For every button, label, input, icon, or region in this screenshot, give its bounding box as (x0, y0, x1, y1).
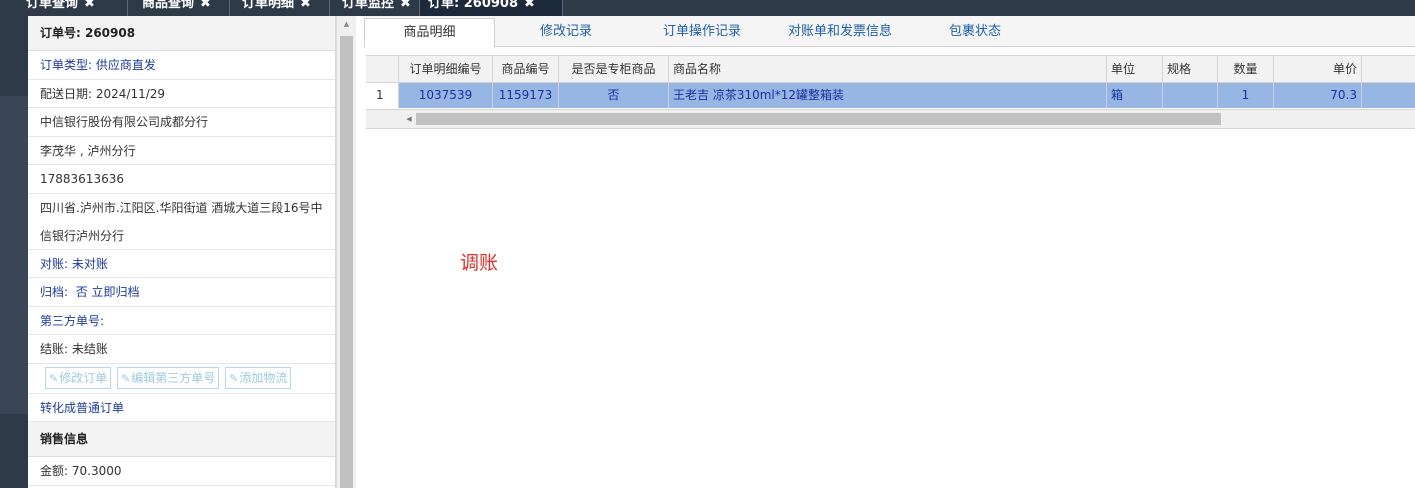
header-spec[interactable]: 规格 (1163, 56, 1218, 82)
grid-header: 订单明细编号 商品编号 是否是专柜商品 商品名称 单位 规格 数量 单价 (366, 55, 1415, 83)
cell-spec (1163, 83, 1218, 108)
header-unit-price[interactable]: 单价 (1274, 56, 1362, 82)
cell-quantity: 1 (1218, 83, 1274, 108)
cell-unit: 箱 (1107, 83, 1163, 108)
settlement-status: 结账: 未结账 (28, 335, 335, 364)
edit-icon: ✎ (49, 371, 59, 385)
cell-product-id: 1159173 (493, 83, 559, 108)
close-icon[interactable]: ✖ (524, 0, 535, 11)
left-panel-scrollbar[interactable]: ▲ (336, 16, 356, 488)
header-product-id[interactable]: 商品编号 (493, 56, 559, 82)
close-icon[interactable]: ✖ (200, 0, 211, 11)
cell-unit-price: 70.3 (1274, 83, 1362, 108)
nav-sidebar (0, 16, 28, 488)
delivery-date: 配送日期: 2024/11/29 (28, 80, 335, 108)
archive-value: 否 (75, 285, 88, 299)
row-number: 1 (366, 83, 399, 108)
cell-counter-product: 否 (559, 83, 669, 108)
contact-person: 李茂华 , 泸州分行 (28, 137, 335, 165)
order-info-panel: 订单号: 260908 订单类型: 供应商直发 配送日期: 2024/11/29… (28, 16, 336, 488)
header-unit[interactable]: 单位 (1107, 56, 1163, 82)
cell-detail-id: 1037539 (399, 83, 493, 108)
edit-icon: ✎ (121, 371, 131, 385)
header-rownum (366, 56, 399, 82)
edit-third-party-button[interactable]: ✎编辑第三方单号 (117, 366, 220, 389)
header-quantity[interactable]: 数量 (1218, 56, 1274, 82)
top-tab-order-detail[interactable]: 订单明细 ✖ (230, 0, 330, 16)
order-type: 订单类型: 供应商直发 (28, 51, 335, 80)
tab-statement-invoice[interactable]: 对账单和发票信息 (774, 18, 906, 48)
archive-now-link[interactable]: 立即归档 (92, 285, 140, 299)
sales-info-heading: 销售信息 (28, 422, 335, 457)
company-name: 中信银行股份有限公司成都分行 (28, 108, 335, 137)
edit-icon: ✎ (229, 371, 239, 385)
top-tab-order-query[interactable]: 订单查询 ✖ (0, 0, 128, 16)
reconcile-status: 对账: 未对账 (28, 250, 335, 278)
top-tab-strip: 订单查询 ✖ 商品查询 ✖ 订单明细 ✖ 订单监控 ✖ 订单: 260908 ✖ (0, 0, 1415, 16)
top-tab-order-monitor[interactable]: 订单监控 ✖ (330, 0, 420, 16)
phone-number: 17883613636 (28, 165, 335, 194)
cell-product-name: 王老吉 凉茶310ml*12罐整箱装 (669, 83, 1107, 108)
adjust-account-link[interactable]: 调账 (460, 248, 498, 275)
third-party-number: 第三方单号: (28, 307, 335, 335)
delivery-address: 四川省.泸州市.江阳区.华阳街道 酒城大道三段16号中信银行泸州分行 (28, 194, 335, 250)
sales-amount: 金额: 70.3000 (28, 457, 335, 486)
close-icon[interactable]: ✖ (300, 0, 311, 11)
close-icon[interactable]: ✖ (84, 0, 95, 11)
order-number: 订单号: 260908 (28, 16, 335, 51)
scroll-left-icon[interactable]: ◀ (401, 110, 417, 128)
scrollbar-thumb[interactable] (416, 113, 1221, 125)
header-detail-id[interactable]: 订单明细编号 (399, 56, 493, 82)
archive-status: 归档: 否 立即归档 (28, 278, 335, 307)
table-row[interactable]: 1 1037539 1159173 否 王老吉 凉茶310ml*12罐整箱装 箱… (366, 83, 1415, 108)
scrollbar-thumb[interactable] (340, 36, 353, 488)
tab-order-operation-log[interactable]: 订单操作记录 (640, 18, 764, 48)
nav-sidebar-panel (0, 96, 28, 414)
tab-modify-log[interactable]: 修改记录 (504, 18, 628, 48)
add-logistics-button[interactable]: ✎添加物流 (225, 366, 292, 389)
header-counter-product[interactable]: 是否是专柜商品 (559, 56, 669, 82)
tab-product-detail[interactable]: 商品明细 (364, 18, 495, 48)
top-tab-product-query[interactable]: 商品查询 ✖ (128, 0, 230, 16)
content-tabs: 商品明细 修改记录 订单操作记录 对账单和发票信息 包裹状态 (364, 16, 1415, 48)
header-product-name[interactable]: 商品名称 (669, 56, 1107, 82)
edit-order-button[interactable]: ✎修改订单 (45, 366, 112, 389)
grid-horizontal-scrollbar[interactable]: ◀ (366, 109, 1415, 129)
tab-package-status[interactable]: 包裹状态 (920, 18, 1030, 48)
order-action-buttons: ✎修改订单 ✎编辑第三方单号 ✎添加物流 (28, 364, 335, 394)
archive-label: 归档: (40, 285, 69, 299)
convert-normal-order-link[interactable]: 转化成普通订单 (28, 394, 335, 422)
scroll-up-icon[interactable]: ▲ (337, 16, 356, 33)
top-tab-current-order[interactable]: 订单: 260908 ✖ (420, 0, 563, 16)
order-content-area: 商品明细 修改记录 订单操作记录 对账单和发票信息 包裹状态 订单明细编号 商品… (364, 16, 1415, 488)
close-icon[interactable]: ✖ (400, 0, 411, 11)
